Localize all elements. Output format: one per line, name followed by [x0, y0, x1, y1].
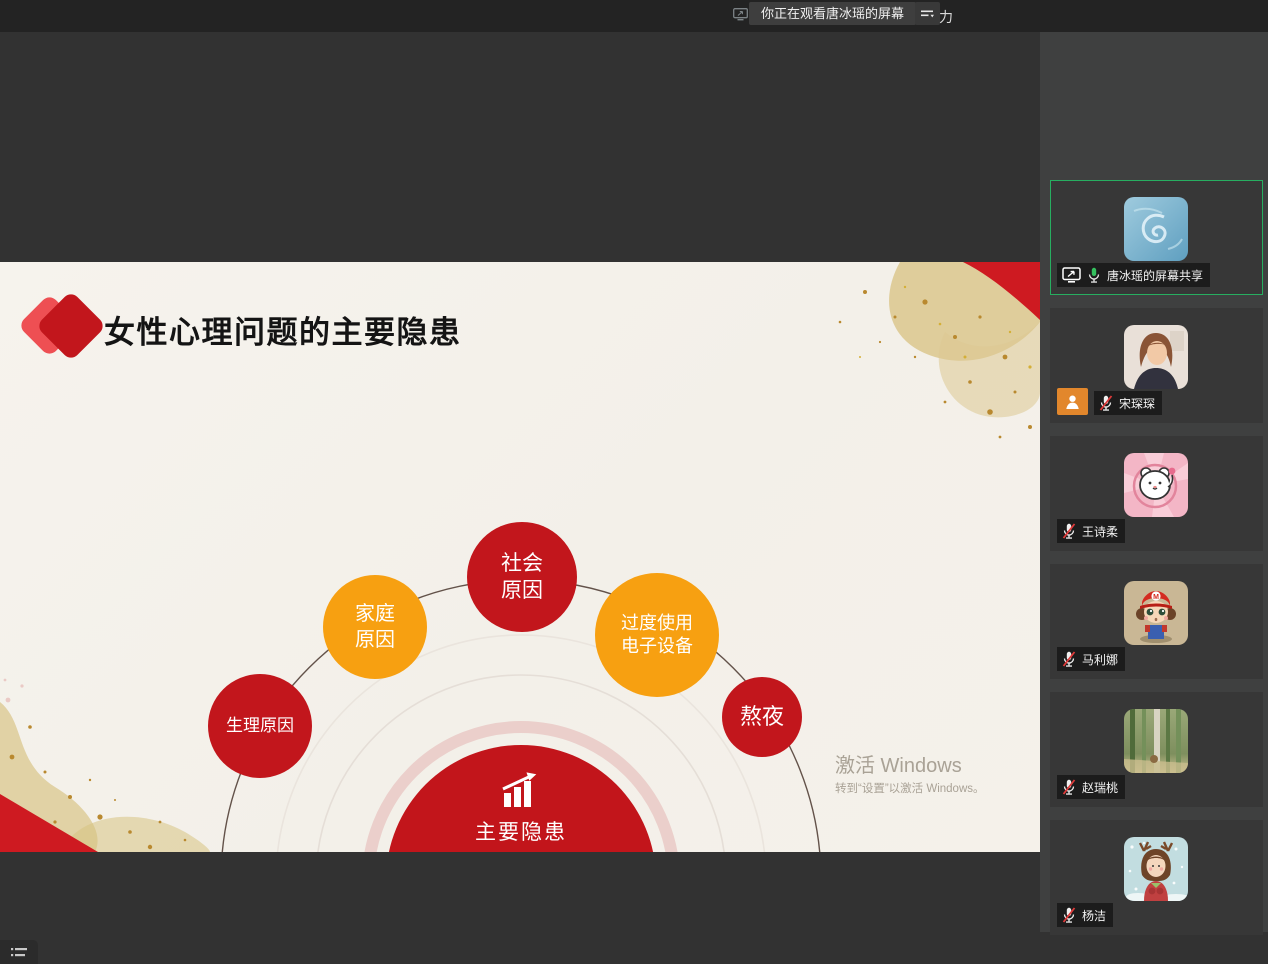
participant-label: 杨洁 [1057, 903, 1113, 927]
participant-tile[interactable]: 赵瑞桃 [1050, 692, 1263, 807]
participant-name: 宋琛琛 [1119, 395, 1155, 412]
bubble-physiological-cause: 生理原因 [208, 674, 312, 778]
participant-name: 王诗柔 [1082, 523, 1118, 540]
participant-name: 赵瑞桃 [1082, 779, 1118, 796]
rising-bar-chart-icon [499, 771, 543, 807]
participant-name: 唐冰瑶的屏幕共享 [1107, 267, 1203, 284]
avatar: M [1124, 581, 1188, 645]
list-icon [10, 946, 28, 959]
windows-activation-watermark: 激活 Windows 转到“设置”以激活 Windows。 [835, 754, 985, 796]
mic-muted-icon [1062, 779, 1076, 795]
participant-label: 马利娜 [1057, 647, 1125, 671]
avatar [1124, 709, 1188, 773]
avatar [1124, 325, 1188, 389]
participant-tile[interactable]: 王诗柔 [1050, 436, 1263, 551]
bubble-social-cause: 社会 原因 [467, 522, 577, 632]
participant-label: 宋琛琛 [1094, 391, 1162, 415]
participant-tile-screen-share[interactable]: 唐冰瑶的屏幕共享 [1050, 180, 1263, 295]
participant-label: 赵瑞桃 [1057, 775, 1125, 799]
mic-muted-icon [1062, 907, 1076, 923]
bubble-family-cause: 家庭 原因 [323, 575, 427, 679]
shared-screen-stage: 女性心理问题的主要隐患 生理原因 家庭 原因 社会 原因 过度使用 电子设备 熬… [0, 32, 1040, 932]
participant-tile[interactable]: M 马利娜 [1050, 564, 1263, 679]
screen-share-indicator-icon [733, 8, 748, 21]
participant-name: 杨洁 [1082, 907, 1106, 924]
avatar [1124, 837, 1188, 901]
mic-muted-icon [1062, 651, 1076, 667]
mic-muted-icon [1099, 395, 1113, 411]
svg-text:M: M [1153, 594, 1159, 601]
participant-tile[interactable]: 宋琛琛 [1050, 308, 1263, 423]
layout-lines-icon [920, 8, 935, 20]
view-layout-menu-button[interactable] [915, 2, 940, 25]
mic-muted-icon [1062, 523, 1076, 539]
participant-tile[interactable]: 杨洁 [1050, 820, 1263, 935]
screen-share-icon [1062, 267, 1081, 283]
host-badge [1057, 388, 1088, 415]
presentation-slide: 女性心理问题的主要隐患 生理原因 家庭 原因 社会 原因 过度使用 电子设备 熬… [0, 262, 1040, 852]
watching-screen-banner: 你正在观看唐冰瑶的屏幕 [749, 2, 916, 25]
avatar [1124, 197, 1188, 261]
top-bar-partial-text: 力 [939, 7, 953, 27]
participants-panel: 唐冰瑶的屏幕共享 [1040, 32, 1268, 932]
center-bubble-label: 主要隐患 [475, 816, 567, 846]
participant-label: 唐冰瑶的屏幕共享 [1057, 263, 1210, 287]
person-icon [1065, 394, 1080, 409]
participant-label: 王诗柔 [1057, 519, 1125, 543]
mic-on-icon [1087, 267, 1101, 283]
bubble-staying-up-late: 熬夜 [722, 677, 802, 757]
top-bar: 你正在观看唐冰瑶的屏幕 力 [0, 0, 1268, 32]
thumbnail-panel-toggle-button[interactable] [0, 940, 38, 964]
participant-name: 马利娜 [1082, 651, 1118, 668]
avatar [1124, 453, 1188, 517]
bubble-electronic-device-overuse: 过度使用 电子设备 [595, 573, 719, 697]
